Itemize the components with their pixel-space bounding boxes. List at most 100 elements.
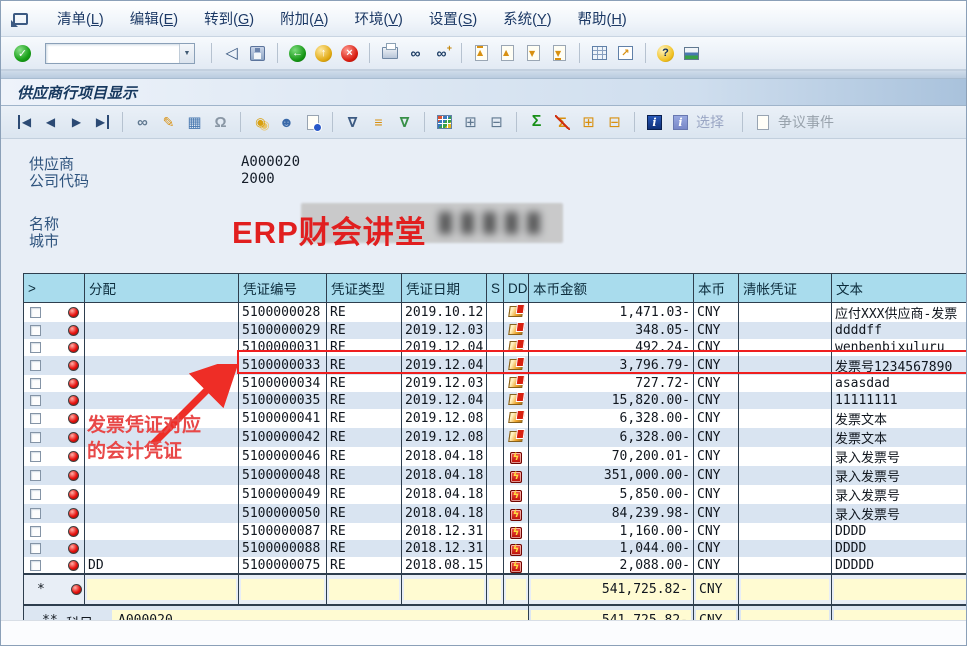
back-icon[interactable]: ◁ [220, 43, 243, 64]
select-cell [24, 375, 85, 392]
row-checkbox[interactable] [30, 432, 41, 443]
change-layout-icon[interactable]: ▦ [183, 112, 206, 133]
table-row[interactable]: 5100000049RE2018.04.185,850.00-CNY录入发票号 [24, 485, 967, 504]
sum-icon[interactable]: Σ [525, 112, 548, 133]
sort-asc-icon[interactable]: ≡ [367, 112, 390, 133]
row-checkbox[interactable] [30, 360, 41, 371]
row-checkbox[interactable] [30, 489, 41, 500]
subtotal-icon[interactable]: Σ [551, 112, 574, 133]
menu-extras[interactable]: 附加(A) [267, 8, 341, 32]
save-grid-icon[interactable]: ⊟ [485, 112, 508, 133]
open-item-status-icon [68, 543, 79, 554]
command-field[interactable]: ▼ [45, 43, 195, 64]
row-checkbox[interactable] [30, 470, 41, 481]
doc-no-cell: 5100000033 [239, 356, 327, 375]
enter-icon[interactable]: ✓ [11, 43, 34, 64]
doc-type-cell: RE [327, 428, 402, 447]
row-checkbox[interactable] [30, 508, 41, 519]
overdue-flash-icon [510, 561, 522, 573]
next-item-icon[interactable]: ▶ [65, 112, 88, 133]
filter-icon[interactable]: ∇ [341, 112, 364, 133]
col-header-doc-no: 凭证编号 [239, 274, 327, 303]
text-cell: 录入发票号 [832, 504, 967, 523]
row-checkbox[interactable] [30, 543, 41, 554]
table-row[interactable]: DD5100000075RE2018.08.152,088.00-CNYDDDD… [24, 557, 967, 574]
find-next-icon[interactable]: ∞+ [430, 43, 453, 64]
table-row[interactable]: 5100000033RE2019.12.043,796.79-CNY发票号123… [24, 356, 967, 375]
table-row[interactable]: 5100000041RE2019.12.086,328.00-CNY发票文本 [24, 409, 967, 428]
menu-edit[interactable]: 编辑(E) [117, 8, 191, 32]
prev-item-icon[interactable]: ◀ [39, 112, 62, 133]
collapse-icon[interactable]: ⊟ [603, 112, 626, 133]
table-row[interactable]: 5100000042RE2019.12.086,328.00-CNY发票文本 [24, 428, 967, 447]
table-row[interactable]: 5100000087RE2018.12.311,160.00-CNYDDDD [24, 523, 967, 540]
menu-list[interactable]: 清单(L) [44, 8, 117, 32]
dispute-case-label[interactable]: 争议事件 [778, 112, 834, 132]
expand-icon[interactable]: ⊞ [577, 112, 600, 133]
create-shortcut-icon[interactable]: ↗ [614, 43, 637, 64]
last-item-icon[interactable]: ▶ [91, 112, 114, 133]
row-checkbox[interactable] [30, 325, 41, 336]
dd-cell [504, 540, 529, 557]
sort-desc-icon[interactable]: ∇ [393, 112, 416, 133]
info-icon[interactable]: i [643, 112, 666, 133]
nav-back-icon[interactable]: ← [286, 43, 309, 64]
menu-help[interactable]: 帮助(H) [565, 8, 640, 32]
row-checkbox[interactable] [30, 395, 41, 406]
exit-icon[interactable]: ↑ [312, 43, 335, 64]
next-page-icon[interactable] [522, 43, 545, 64]
doc-date-cell: 2018.12.31 [402, 540, 487, 557]
dispute-case-icon[interactable] [751, 112, 774, 133]
partner-icon[interactable]: ☻ [275, 112, 298, 133]
table-row[interactable]: 5100000048RE2018.04.18351,000.00-CNY录入发票… [24, 466, 967, 485]
menu-settings[interactable]: 设置(S) [416, 8, 490, 32]
row-checkbox[interactable] [30, 451, 41, 462]
clearing-cell [739, 540, 832, 557]
row-checkbox[interactable] [30, 342, 41, 353]
clearing-cell [739, 447, 832, 466]
display-item-icon[interactable]: ∞ [131, 112, 154, 133]
cancel-icon[interactable]: × [338, 43, 361, 64]
total-grid-icon[interactable]: ⊞ [459, 112, 482, 133]
table-row[interactable]: 5100000028RE2019.10.121,471.03-CNY应付XXX供… [24, 303, 967, 323]
row-checkbox[interactable] [30, 526, 41, 537]
customize-layout-icon[interactable] [680, 43, 703, 64]
system-menu-icon[interactable] [13, 13, 28, 25]
grid-view-icon[interactable] [433, 112, 456, 133]
alarm-icon[interactable]: Ω [209, 112, 232, 133]
first-item-icon[interactable]: ◀ [13, 112, 36, 133]
table-row[interactable]: 5100000034RE2019.12.03727.72-CNYasasdad [24, 375, 967, 392]
document-icon[interactable] [301, 112, 324, 133]
menu-items: 清单(L)编辑(E)转到(G)附加(A)环境(V)设置(S)系统(Y)帮助(H) [44, 8, 640, 29]
row-checkbox[interactable] [30, 560, 41, 571]
s-cell [487, 322, 504, 339]
row-checkbox[interactable] [30, 307, 41, 318]
prev-page-icon[interactable] [496, 43, 519, 64]
print-icon[interactable] [378, 43, 401, 64]
table-row[interactable]: 5100000035RE2019.12.0415,820.00-CNY11111… [24, 392, 967, 409]
new-session-icon[interactable] [588, 43, 611, 64]
table-row[interactable]: 5100000050RE2018.04.1884,239.98-CNY录入发票号 [24, 504, 967, 523]
save-icon[interactable] [246, 43, 269, 64]
s-cell [487, 540, 504, 557]
last-page-icon[interactable] [548, 43, 571, 64]
selection-info-icon[interactable]: i [669, 112, 692, 133]
row-checkbox[interactable] [30, 378, 41, 389]
row-checkbox[interactable] [30, 413, 41, 424]
menu-system[interactable]: 系统(Y) [490, 8, 564, 32]
doc-type-cell: RE [327, 409, 402, 428]
table-row[interactable]: 5100000029RE2019.12.03348.05-CNYddddff [24, 322, 967, 339]
help-icon[interactable]: ? [654, 43, 677, 64]
menu-environment[interactable]: 环境(V) [341, 8, 415, 32]
first-page-icon[interactable] [470, 43, 493, 64]
command-input[interactable] [46, 46, 179, 60]
find-icon[interactable]: ∞ [404, 43, 427, 64]
menu-goto[interactable]: 转到(G) [191, 8, 267, 32]
table-row[interactable]: 5100000031RE2019.12.04492.24-CNYwenbenbi… [24, 339, 967, 356]
table-row[interactable]: 5100000088RE2018.12.311,044.00-CNYDDDD [24, 540, 967, 557]
selection-info-label[interactable]: 选择 [696, 112, 724, 132]
command-dropdown-icon[interactable]: ▼ [179, 44, 194, 63]
table-row[interactable]: 5100000046RE2018.04.1870,200.01-CNY录入发票号 [24, 447, 967, 466]
payment-icon[interactable]: ◉ [249, 112, 272, 133]
change-item-icon[interactable]: ✎ [157, 112, 180, 133]
